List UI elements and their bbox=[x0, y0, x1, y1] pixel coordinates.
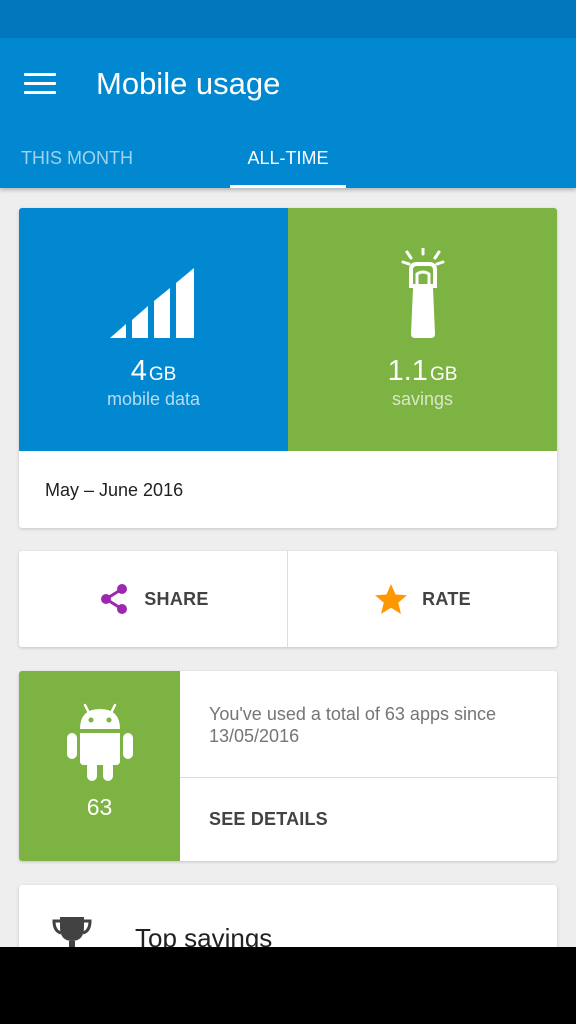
rate-button[interactable]: RATE bbox=[288, 551, 557, 647]
menu-icon[interactable] bbox=[24, 66, 66, 100]
status-bar bbox=[0, 0, 576, 38]
app-bar: Mobile usage THIS MONTH ALL-TIME bbox=[0, 38, 576, 188]
share-icon bbox=[101, 584, 128, 614]
savings-unit: GB bbox=[429, 364, 458, 385]
mobile-data-number: 4 bbox=[130, 355, 147, 387]
page-title: Mobile usage bbox=[96, 66, 281, 101]
apps-count: 63 bbox=[86, 794, 113, 820]
share-label: SHARE bbox=[144, 588, 209, 609]
mobile-data-tile[interactable]: 4 GB mobile data bbox=[19, 208, 288, 451]
savings-clip-icon bbox=[401, 248, 444, 338]
share-button[interactable]: SHARE bbox=[19, 551, 288, 647]
action-card: SHARE RATE bbox=[19, 551, 557, 647]
tab-indicator bbox=[230, 185, 346, 188]
usage-card: 4 GB mobile data 1.1 GB savings May – June… bbox=[19, 208, 557, 528]
android-icon bbox=[67, 703, 133, 781]
savings-tile[interactable]: 1.1 GB savings bbox=[288, 208, 557, 451]
star-icon bbox=[375, 584, 408, 614]
signal-bars-icon bbox=[109, 268, 194, 338]
mobile-data-unit: GB bbox=[148, 364, 177, 385]
tab-this-month[interactable]: THIS MONTH bbox=[0, 138, 154, 188]
savings-number: 1.1 bbox=[387, 355, 428, 387]
see-details-button[interactable]: SEE DETAILS bbox=[209, 809, 328, 830]
mobile-data-value: 4 GB bbox=[19, 354, 288, 392]
savings-value: 1.1 GB bbox=[288, 354, 557, 392]
date-range: May – June 2016 bbox=[45, 480, 184, 500]
tab-all-time[interactable]: ALL-TIME bbox=[230, 138, 346, 188]
apps-tile: 63 bbox=[19, 671, 180, 861]
savings-label: savings bbox=[391, 389, 454, 409]
mobile-data-label: mobile data bbox=[106, 389, 201, 409]
apps-description: You've used a total of 63 apps since 13/… bbox=[209, 704, 496, 746]
navigation-bar bbox=[0, 947, 576, 1024]
rate-label: RATE bbox=[422, 588, 471, 609]
apps-divider bbox=[180, 777, 557, 778]
apps-card: 63 You've used a total of 63 apps since … bbox=[19, 671, 557, 861]
